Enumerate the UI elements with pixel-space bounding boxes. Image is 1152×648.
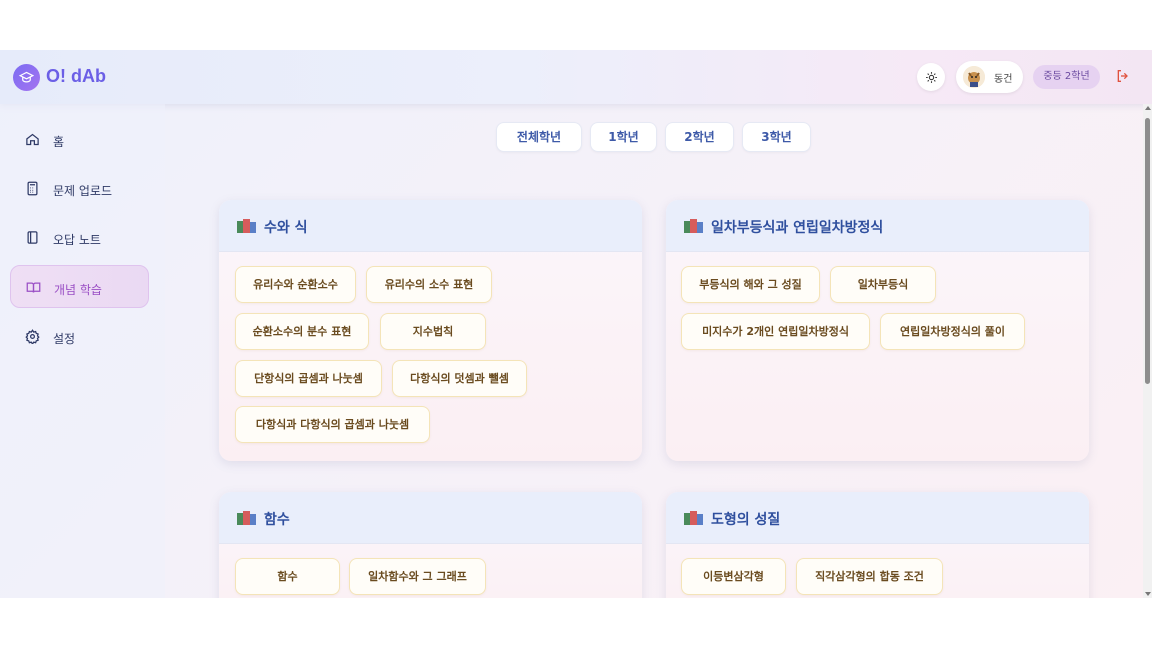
grade-filter-tabs: 전체학년 1학년 2학년 3학년 (0, 122, 1152, 152)
sidebar-item-upload[interactable]: 문제 업로드 (10, 167, 149, 210)
logout-icon (1117, 70, 1128, 82)
sidebar-item-label: 문제 업로드 (53, 184, 113, 198)
calculator-icon (27, 181, 38, 196)
app-window: O! dAb 동건 중등 2학년 홈 문제 업로드 오답 노트 개념 학습 설정… (0, 50, 1152, 598)
topic-chip[interactable]: 일차함수와 그 그래프 (349, 558, 486, 595)
topic-chip[interactable]: 지수법칙 (380, 313, 486, 350)
books-icon (684, 219, 703, 233)
topic-chip[interactable]: 다항식과 다항식의 곱셈과 나눗셈 (235, 406, 430, 443)
topic-chip[interactable]: 일차부등식 (830, 266, 936, 303)
sun-icon (925, 71, 937, 83)
books-icon (237, 511, 256, 525)
user-profile-chip[interactable]: 동건 (956, 61, 1023, 93)
sidebar-item-settings[interactable]: 설정 (10, 315, 149, 358)
scroll-down-arrow-icon[interactable] (1145, 592, 1151, 596)
topic-chip[interactable]: 단항식의 곱셈과 나눗셈 (235, 360, 382, 397)
sidebar: 홈 문제 업로드 오답 노트 개념 학습 설정 (0, 104, 165, 598)
theme-toggle-button[interactable] (917, 63, 945, 91)
card-header: 도형의 성질 (666, 492, 1089, 544)
topic-chip[interactable]: 다항식의 덧셈과 뺄셈 (392, 360, 527, 397)
topic-chip[interactable]: 순환소수의 분수 표현 (235, 313, 369, 350)
top-header: O! dAb 동건 중등 2학년 (0, 50, 1152, 104)
topic-chip[interactable]: 유리수의 소수 표현 (366, 266, 492, 303)
card-title: 함수 (264, 512, 290, 528)
topic-chip[interactable]: 직각삼각형의 합동 조건 (796, 558, 943, 595)
notebook-icon (27, 231, 38, 244)
user-name: 동건 (994, 74, 1013, 85)
concept-card: 도형의 성질 이등변삼각형 직각삼각형의 합동 조건 (666, 492, 1089, 598)
topic-chip[interactable]: 이등변삼각형 (681, 558, 786, 595)
sidebar-item-wrong-notes[interactable]: 오답 노트 (10, 216, 149, 259)
graduation-cap-icon[interactable] (13, 64, 40, 91)
card-header: 함수 (219, 492, 642, 544)
tab-grade-2[interactable]: 2학년 (665, 122, 734, 152)
card-title: 일차부등식과 연립일차방정식 (711, 220, 884, 236)
tab-grade-1[interactable]: 1학년 (590, 122, 657, 152)
card-header: 수와 식 (219, 200, 642, 252)
concept-card: 함수 함수 일차함수와 그 그래프 (219, 492, 642, 598)
books-icon (684, 511, 703, 525)
topic-chip[interactable]: 유리수와 순환소수 (235, 266, 356, 303)
card-title: 도형의 성질 (711, 512, 781, 528)
topic-chip[interactable]: 미지수가 2개인 연립일차방정식 (681, 313, 870, 350)
card-header: 일차부등식과 연립일차방정식 (666, 200, 1089, 252)
sidebar-item-label: 설정 (53, 332, 76, 346)
sidebar-item-concept-study[interactable]: 개념 학습 (10, 265, 149, 308)
sidebar-item-label: 개념 학습 (54, 283, 102, 297)
scroll-up-arrow-icon[interactable] (1145, 106, 1151, 110)
card-title: 수와 식 (264, 220, 308, 236)
topic-chip[interactable]: 부등식의 해와 그 성질 (681, 266, 820, 303)
scroll-thumb[interactable] (1145, 118, 1150, 384)
gear-icon (25, 329, 40, 344)
vertical-scrollbar[interactable] (1143, 104, 1152, 598)
concept-card: 수와 식 유리수와 순환소수 유리수의 소수 표현 순환소수의 분수 표현 지수… (219, 200, 642, 461)
topic-chip[interactable]: 연립일차방정식의 풀이 (880, 313, 1025, 350)
books-icon (237, 219, 256, 233)
sidebar-item-label: 오답 노트 (53, 233, 101, 247)
open-book-icon (26, 282, 41, 293)
app-logo-text[interactable]: O! dAb (46, 66, 106, 87)
logout-button[interactable] (1115, 68, 1131, 84)
avatar (963, 66, 985, 88)
concept-card: 일차부등식과 연립일차방정식 부등식의 해와 그 성질 일차부등식 미지수가 2… (666, 200, 1089, 461)
topic-chip[interactable]: 함수 (235, 558, 340, 595)
tab-all-grades[interactable]: 전체학년 (496, 122, 582, 152)
tab-grade-3[interactable]: 3학년 (742, 122, 811, 152)
grade-badge: 중등 2학년 (1033, 65, 1100, 89)
